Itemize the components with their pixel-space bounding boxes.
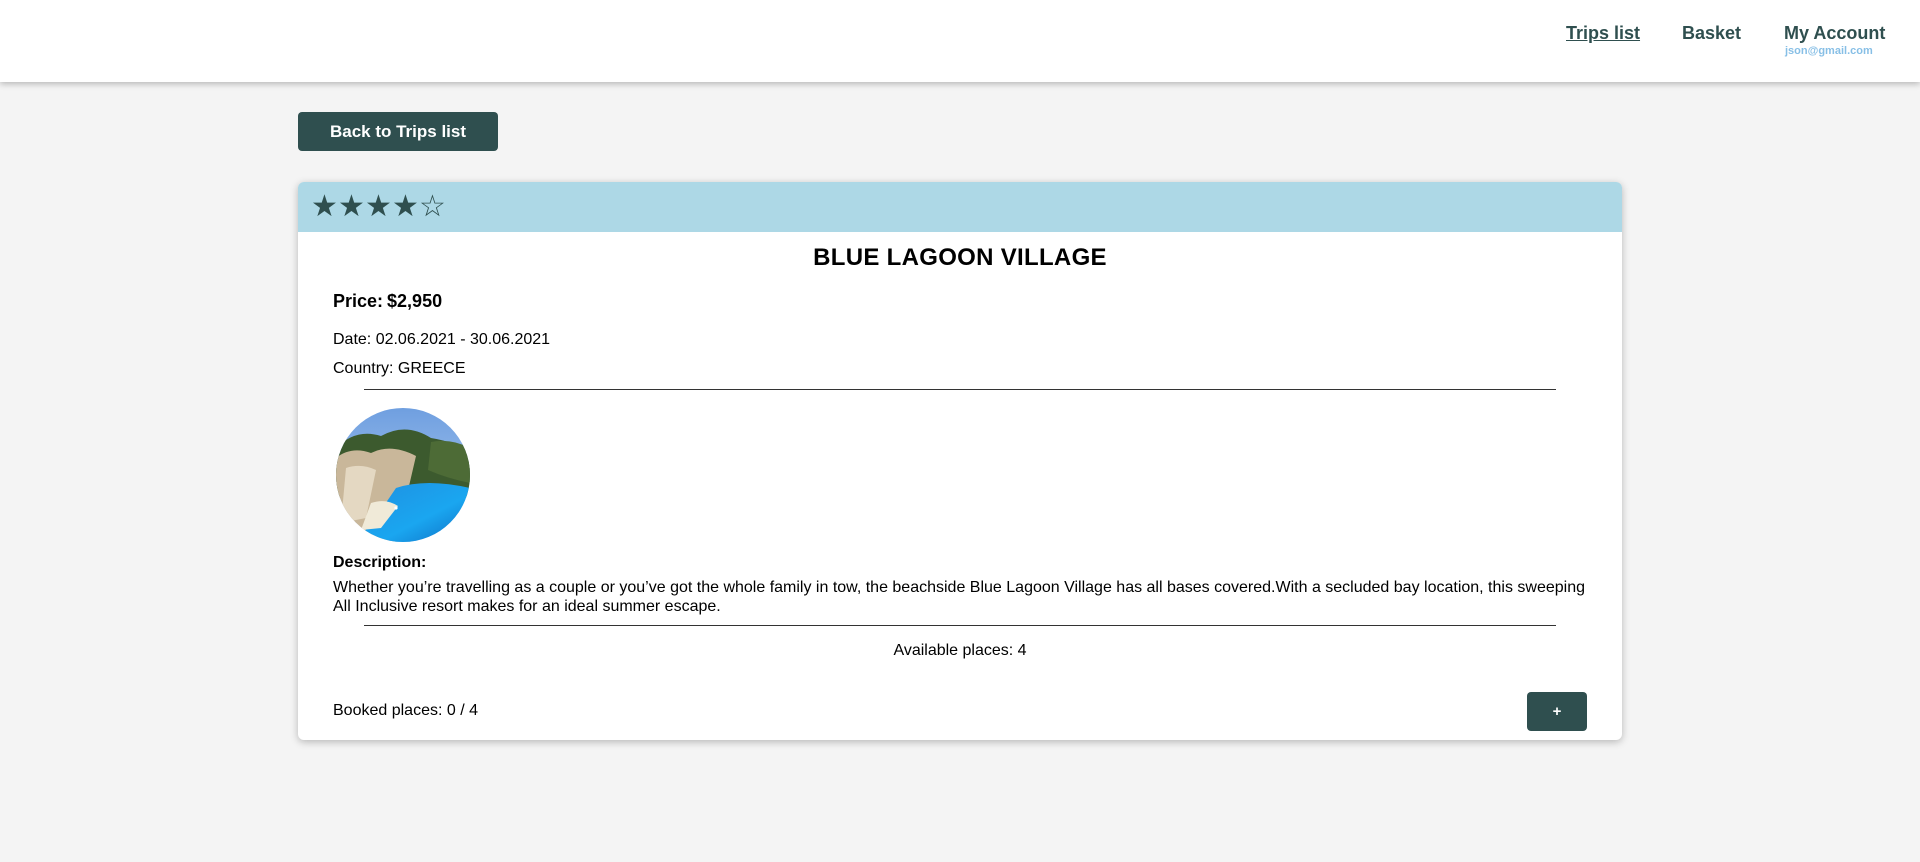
top-navbar: Trips list Basket My Account json@gmail.…: [0, 0, 1920, 82]
price: Price: $2,950: [333, 291, 442, 312]
price-label: Price:: [333, 291, 384, 311]
nav-basket-link[interactable]: Basket: [1682, 23, 1741, 44]
trip-title: BLUE LAGOON VILLAGE: [813, 244, 1107, 271]
available-places: Available places: 4: [893, 642, 1027, 659]
price-value: $2,950: [387, 291, 443, 311]
nav-my-account-link[interactable]: My Account: [1784, 23, 1885, 44]
divider: [364, 389, 1556, 390]
back-to-trips-button[interactable]: Back to Trips list: [298, 112, 498, 151]
star-3-icon[interactable]: ★: [365, 189, 392, 225]
divider: [364, 625, 1556, 626]
card-header: ★★★★☆: [298, 182, 1622, 232]
trip-dates: Date: 02.06.2021 - 30.06.2021: [333, 331, 551, 348]
rating-stars: ★★★★☆: [311, 189, 446, 225]
description-label: Description:: [333, 554, 427, 571]
star-4-icon[interactable]: ★: [392, 189, 419, 225]
trip-country: Country: GREECE: [333, 360, 466, 377]
nav-trips-list-link[interactable]: Trips list: [1566, 23, 1640, 44]
star-5-icon[interactable]: ☆: [419, 189, 446, 225]
description-text: Whether you’re travelling as a couple or…: [333, 579, 1585, 615]
trip-photo: [336, 408, 470, 542]
star-2-icon[interactable]: ★: [338, 189, 365, 225]
star-1-icon[interactable]: ★: [311, 189, 338, 225]
trip-details-card: ★★★★☆ BLUE LAGOON VILLAGE Price: $2,950 D…: [298, 182, 1622, 740]
add-booking-button[interactable]: +: [1527, 692, 1587, 731]
account-email: json@gmail.com: [1785, 45, 1873, 57]
booked-places: Booked places: 0 / 4: [333, 702, 478, 719]
